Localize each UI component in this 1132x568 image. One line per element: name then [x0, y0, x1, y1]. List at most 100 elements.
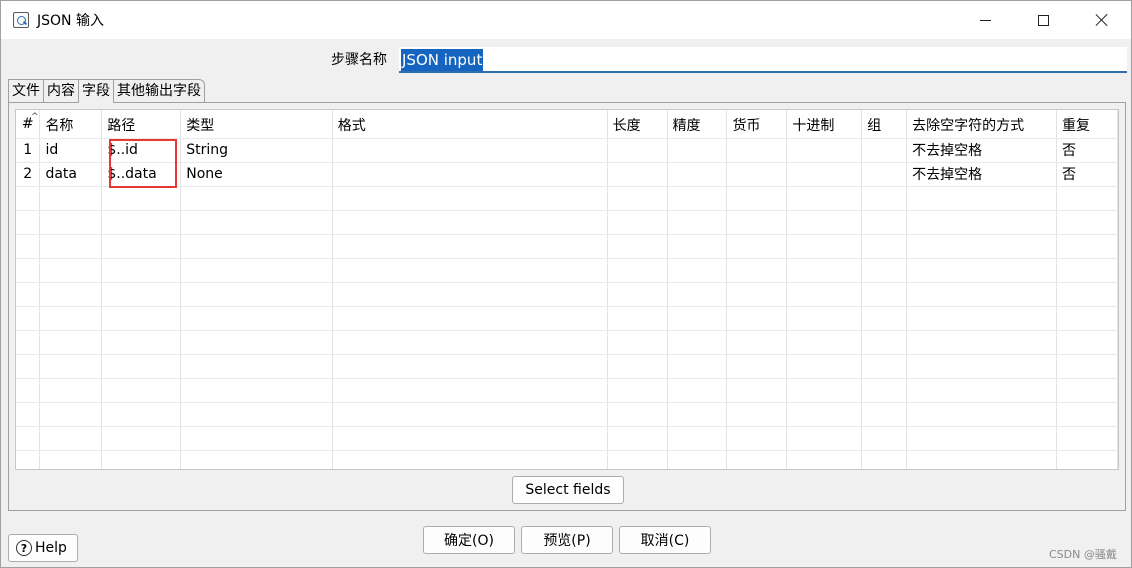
- empty-cell[interactable]: [726, 402, 788, 427]
- empty-cell[interactable]: [861, 258, 908, 283]
- empty-cell[interactable]: [180, 426, 333, 451]
- empty-cell[interactable]: [1056, 426, 1118, 451]
- empty-cell[interactable]: [180, 258, 333, 283]
- empty-cell[interactable]: [101, 426, 182, 451]
- empty-cell[interactable]: [667, 282, 728, 307]
- empty-cell[interactable]: [906, 282, 1058, 307]
- empty-cell[interactable]: [101, 258, 182, 283]
- empty-cell[interactable]: [16, 186, 41, 211]
- empty-cell[interactable]: [101, 402, 182, 427]
- empty-cell[interactable]: [16, 378, 41, 403]
- empty-cell[interactable]: [786, 282, 863, 307]
- empty-row[interactable]: [16, 186, 1118, 211]
- empty-cell[interactable]: [667, 450, 728, 469]
- empty-cell[interactable]: [906, 210, 1058, 235]
- empty-cell[interactable]: [786, 306, 863, 331]
- cell-decimal[interactable]: [786, 162, 863, 187]
- empty-row[interactable]: [16, 258, 1118, 283]
- empty-cell[interactable]: [786, 330, 863, 355]
- empty-row[interactable]: [16, 378, 1118, 403]
- cell-trim-type[interactable]: 不去掉空格: [906, 138, 1058, 163]
- empty-cell[interactable]: [1056, 186, 1118, 211]
- tab-fields[interactable]: 字段: [78, 79, 114, 103]
- empty-cell[interactable]: [101, 330, 182, 355]
- empty-cell[interactable]: [861, 378, 908, 403]
- empty-cell[interactable]: [16, 354, 41, 379]
- empty-cell[interactable]: [667, 258, 728, 283]
- empty-cell[interactable]: [180, 186, 333, 211]
- empty-cell[interactable]: [786, 426, 863, 451]
- empty-cell[interactable]: [332, 402, 608, 427]
- empty-cell[interactable]: [332, 426, 608, 451]
- empty-row[interactable]: [16, 450, 1118, 469]
- empty-cell[interactable]: [726, 282, 788, 307]
- empty-cell[interactable]: [607, 426, 668, 451]
- col-header-trim-type[interactable]: 去除空字符的方式: [906, 110, 1058, 139]
- empty-cell[interactable]: [1056, 258, 1118, 283]
- empty-row[interactable]: [16, 234, 1118, 259]
- empty-cell[interactable]: [332, 234, 608, 259]
- minimize-button[interactable]: [956, 1, 1014, 39]
- empty-row[interactable]: [16, 282, 1118, 307]
- empty-cell[interactable]: [861, 282, 908, 307]
- select-fields-button[interactable]: Select fields: [512, 476, 624, 504]
- empty-cell[interactable]: [786, 258, 863, 283]
- empty-cell[interactable]: [906, 258, 1058, 283]
- empty-cell[interactable]: [861, 306, 908, 331]
- empty-cell[interactable]: [607, 234, 668, 259]
- empty-cell[interactable]: [180, 378, 333, 403]
- empty-cell[interactable]: [906, 186, 1058, 211]
- empty-cell[interactable]: [332, 330, 608, 355]
- empty-cell[interactable]: [786, 234, 863, 259]
- cell-format[interactable]: [332, 138, 608, 163]
- empty-cell[interactable]: [667, 210, 728, 235]
- empty-cell[interactable]: [1056, 282, 1118, 307]
- empty-cell[interactable]: [180, 330, 333, 355]
- empty-cell[interactable]: [1056, 402, 1118, 427]
- cell-type[interactable]: String: [180, 138, 333, 163]
- empty-cell[interactable]: [607, 186, 668, 211]
- empty-cell[interactable]: [726, 186, 788, 211]
- empty-cell[interactable]: [1056, 210, 1118, 235]
- tab-content[interactable]: 内容: [43, 79, 79, 102]
- empty-cell[interactable]: [726, 354, 788, 379]
- empty-cell[interactable]: [332, 282, 608, 307]
- empty-cell[interactable]: [861, 426, 908, 451]
- empty-cell[interactable]: [906, 450, 1058, 469]
- empty-cell[interactable]: [906, 306, 1058, 331]
- empty-cell[interactable]: [607, 258, 668, 283]
- fields-table[interactable]: ^ # 名称 路径 类型 格式 长度 精度 货币 十进制 组 去除空字符的方式 …: [15, 109, 1119, 470]
- empty-cell[interactable]: [101, 378, 182, 403]
- empty-cell[interactable]: [726, 330, 788, 355]
- empty-cell[interactable]: [1056, 330, 1118, 355]
- cell-name[interactable]: id: [39, 138, 103, 163]
- empty-cell[interactable]: [180, 354, 333, 379]
- empty-row[interactable]: [16, 402, 1118, 427]
- empty-cell[interactable]: [1056, 378, 1118, 403]
- cell-currency[interactable]: [726, 138, 788, 163]
- empty-row[interactable]: [16, 426, 1118, 451]
- empty-cell[interactable]: [667, 426, 728, 451]
- empty-cell[interactable]: [332, 258, 608, 283]
- col-header-length[interactable]: 长度: [607, 110, 668, 139]
- empty-cell[interactable]: [101, 282, 182, 307]
- cell-length[interactable]: [607, 162, 668, 187]
- empty-cell[interactable]: [39, 426, 103, 451]
- empty-cell[interactable]: [16, 426, 41, 451]
- empty-cell[interactable]: [726, 426, 788, 451]
- empty-cell[interactable]: [607, 306, 668, 331]
- empty-cell[interactable]: [726, 258, 788, 283]
- empty-cell[interactable]: [39, 210, 103, 235]
- empty-cell[interactable]: [39, 234, 103, 259]
- empty-cell[interactable]: [726, 378, 788, 403]
- tab-file[interactable]: 文件: [8, 79, 44, 102]
- empty-cell[interactable]: [667, 378, 728, 403]
- empty-cell[interactable]: [1056, 306, 1118, 331]
- cell-name[interactable]: data: [39, 162, 103, 187]
- empty-cell[interactable]: [726, 234, 788, 259]
- empty-cell[interactable]: [906, 426, 1058, 451]
- col-header-group[interactable]: 组: [861, 110, 908, 139]
- empty-cell[interactable]: [667, 354, 728, 379]
- cell-group[interactable]: [861, 162, 908, 187]
- empty-cell[interactable]: [16, 258, 41, 283]
